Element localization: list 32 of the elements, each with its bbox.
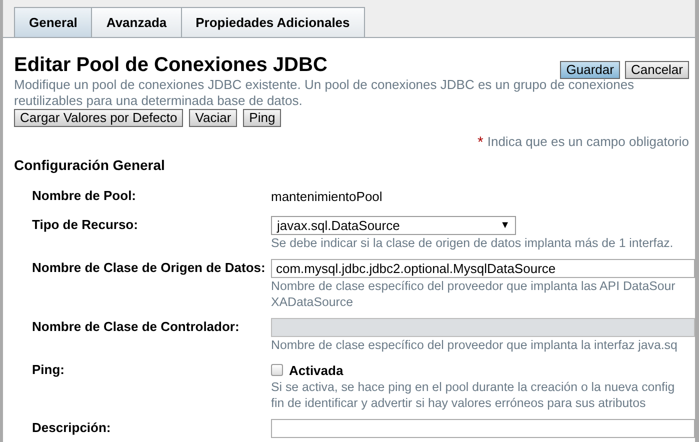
- resource-type-dropdown[interactable]: javax.sql.DataSource ▼: [271, 216, 516, 235]
- field-label: Nombre de Clase de Controlador:: [32, 318, 240, 336]
- field-label: Nombre de Pool:: [32, 187, 138, 205]
- help-text: XADataSource: [271, 294, 354, 310]
- input-field[interactable]: [271, 419, 695, 438]
- checkbox-label: Activada: [289, 362, 344, 378]
- help-text: Nombre de clase específico del proveedor que implanta las API DataSour: [271, 278, 676, 294]
- field-label: Ping:: [32, 361, 66, 379]
- input-field[interactable]: com.mysql.jdbc.jdbc2.optional.MysqlDataSource: [271, 259, 695, 278]
- action-button[interactable]: Cargar Valores por Defecto: [14, 109, 184, 127]
- tab[interactable]: Avanzada: [91, 7, 182, 37]
- checkbox[interactable]: [271, 364, 283, 376]
- help-text: Se debe indicar si la clase de origen de datos implanta más de 1 interfaz.: [271, 235, 674, 251]
- cancel-button[interactable]: Cancelar: [624, 61, 689, 79]
- required-note: Indica que es un campo obligatorio: [487, 134, 689, 149]
- help-text: Si se activa, se hace ping en el pool durante la creación o la nueva config: [271, 379, 676, 395]
- save-button[interactable]: Guardar: [560, 61, 620, 79]
- description-text: reutilizables para una determinada base de datos.: [14, 93, 304, 109]
- help-text: Nombre de clase específico del proveedor que implanta la interfaz java.sq: [271, 337, 678, 353]
- action-button[interactable]: Vaciar: [189, 109, 238, 127]
- field-label: Descripción:: [32, 419, 112, 437]
- field-label: Tipo de Recurso:: [32, 216, 139, 234]
- field-value: mantenimientoPool: [271, 188, 384, 206]
- section-title: Configuración General: [14, 157, 166, 173]
- action-button[interactable]: Ping: [243, 109, 282, 127]
- description-text: Modifique un pool de conexiones JDBC existente. Un pool de conexiones JDBC es un grupo de conexiones: [14, 77, 636, 93]
- page-title: Editar Pool de Conexiones JDBC: [14, 53, 328, 78]
- field-label: Nombre de Clase de Origen de Datos:: [32, 259, 266, 277]
- required-mark: *: [478, 134, 484, 151]
- tab[interactable]: General: [14, 7, 92, 37]
- help-text: fin de identificar y advertir si hay valores erróneos para sus atributos: [271, 395, 647, 411]
- tab[interactable]: Propiedades Adicionales: [180, 7, 365, 37]
